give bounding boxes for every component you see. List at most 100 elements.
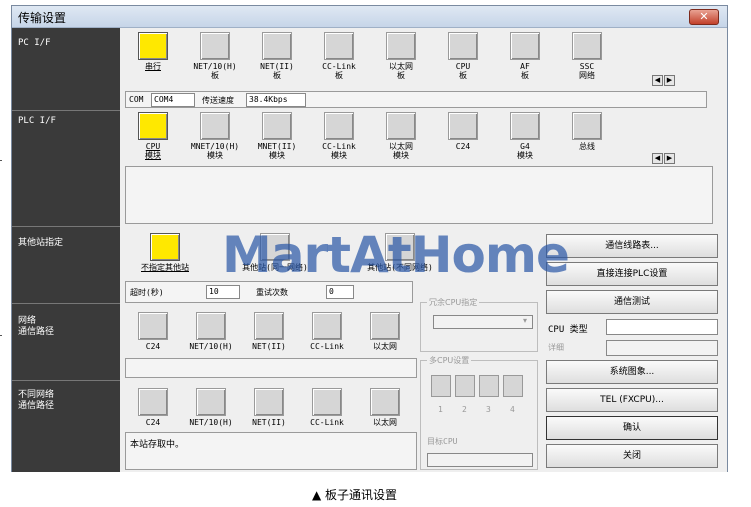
droute-option[interactable]: CC-Link (299, 388, 355, 427)
pc-option[interactable]: CC-Link 板 (311, 32, 367, 80)
pc-option[interactable]: 串行 (125, 32, 181, 71)
cpu-slot[interactable] (431, 375, 451, 397)
close-window-button[interactable]: ✕ (689, 9, 719, 25)
route-option[interactable]: NET(II) (241, 312, 297, 351)
scroll-right-button[interactable]: ▶ (664, 75, 675, 86)
direct-connection-button[interactable]: 直接连接PLC设置 (546, 262, 718, 286)
option-label: SSC 网络 (579, 62, 595, 80)
status-panel: 本站存取中。 (125, 432, 417, 470)
scroll-left-button[interactable]: ◀ (652, 75, 663, 86)
window-title: 传输设置 (18, 11, 67, 25)
timeout-field[interactable]: 10 (206, 285, 240, 299)
sidebar-network-route: 网络 通信路径 (18, 316, 55, 337)
tel-fxcpu-button[interactable]: TEL (FXCPU)... (546, 388, 718, 412)
no-other-station-label: 不指定其他站 (141, 263, 189, 272)
chevron-down-icon: ▾ (523, 316, 528, 325)
route-option[interactable]: C24 (125, 312, 181, 351)
speed-label: 传送速度 (202, 96, 234, 105)
image-caption: ▲ 板子通讯设置 (312, 488, 398, 502)
speed-field[interactable]: 38.4Kbps (246, 93, 306, 107)
option-label: NET(II) (252, 418, 286, 427)
com-port-field[interactable]: COM4 (151, 93, 195, 107)
cpu-slot[interactable] (479, 375, 499, 397)
pc-option[interactable]: NET/10(H) 板 (187, 32, 243, 80)
route-option[interactable]: 以太网 (357, 312, 413, 351)
module-icon (200, 112, 230, 140)
plc-option[interactable]: C24 (435, 112, 491, 151)
droute-option[interactable]: NET/10(H) (183, 388, 239, 427)
sidebar-pc-if: PC I/F (18, 38, 51, 48)
board-icon (386, 32, 416, 60)
route-module-icon (138, 312, 168, 340)
option-label: CC-Link (310, 418, 344, 427)
pc-option[interactable]: NET(II) 板 (249, 32, 305, 80)
option-label: CC-Link 模块 (322, 142, 356, 160)
module-icon (386, 112, 416, 140)
cpu-slot[interactable] (503, 375, 523, 397)
option-label: CC-Link (310, 342, 344, 351)
system-image-button[interactable]: 系统图象... (546, 360, 718, 384)
no-other-station-option[interactable]: 不指定其他站 (125, 233, 205, 272)
pc-option[interactable]: AF 板 (497, 32, 553, 80)
sidebar-divider (12, 110, 120, 111)
plc-option[interactable]: 总线 (559, 112, 615, 151)
cpu-type-field[interactable] (606, 319, 718, 335)
sidebar-other-station: 其他站指定 (18, 238, 64, 248)
station-icon (150, 233, 180, 261)
board-icon (448, 32, 478, 60)
droute-option[interactable]: C24 (125, 388, 181, 427)
sidebar-divider (12, 380, 120, 381)
target-cpu-field[interactable] (427, 453, 533, 467)
cpu-module-icon (138, 112, 168, 140)
comm-route-table-button[interactable]: 通信线路表... (546, 234, 718, 258)
route-module-icon (138, 388, 168, 416)
route-option[interactable]: NET/10(H) (183, 312, 239, 351)
scroll-right-button[interactable]: ▶ (664, 153, 675, 164)
plc-option[interactable]: G4 模块 (497, 112, 553, 160)
pc-option[interactable]: 以太网 板 (373, 32, 429, 80)
option-label: 以太网 (373, 342, 397, 351)
cpu-slot[interactable] (455, 375, 475, 397)
option-label: 串行 (145, 62, 161, 71)
plc-info-panel (125, 166, 713, 224)
pc-option[interactable]: CPU 板 (435, 32, 491, 80)
option-label: 以太网 (373, 418, 397, 427)
droute-option[interactable]: NET(II) (241, 388, 297, 427)
detail-label: 详细 (548, 343, 564, 352)
serial-port-icon (138, 32, 168, 60)
module-icon (324, 112, 354, 140)
route-module-icon (196, 388, 226, 416)
option-label: NET/10(H) 板 (193, 62, 237, 80)
ok-button[interactable]: 确认 (546, 416, 718, 440)
status-text: 本站存取中。 (130, 440, 185, 450)
close-button[interactable]: 关闭 (546, 444, 718, 468)
scroll-left-button[interactable]: ◀ (652, 153, 663, 164)
option-label: MNET(II) 模块 (257, 142, 297, 160)
route-option[interactable]: CC-Link (299, 312, 355, 351)
redundant-cpu-select[interactable] (433, 315, 533, 329)
plc-option[interactable]: MNET/10(H) 模块 (187, 112, 243, 160)
sidebar: PC I/F PLC I/F 其他站指定 网络 通信路径 不同网络 通信路径 (12, 28, 120, 472)
redundant-cpu-group: 冗余CPU指定 ▾ (420, 297, 538, 352)
sidebar-plc-if: PLC I/F (18, 116, 56, 126)
comm-test-button[interactable]: 通信测试 (546, 290, 718, 314)
plc-option[interactable]: CC-Link 模块 (311, 112, 367, 160)
plc-option[interactable]: 以太网 模块 (373, 112, 429, 160)
droute-option[interactable]: 以太网 (357, 388, 413, 427)
detail-field[interactable] (606, 340, 718, 356)
plc-option[interactable]: MNET(II) 模块 (249, 112, 305, 160)
route-panel (125, 358, 417, 378)
route-module-icon (254, 312, 284, 340)
sidebar-divider (12, 226, 120, 227)
plc-option[interactable]: CPU 模块 (125, 112, 181, 160)
sidebar-divider (12, 303, 120, 304)
pc-option[interactable]: SSC 网络 (559, 32, 615, 80)
retry-field[interactable]: 0 (326, 285, 354, 299)
board-icon (262, 32, 292, 60)
edge-tick (0, 160, 2, 161)
route-module-icon (370, 388, 400, 416)
redundant-cpu-title: 冗余CPU指定 (427, 297, 480, 308)
edge-tick (0, 335, 2, 336)
option-label: 以太网 模块 (389, 142, 413, 160)
cpu-slot-number: 2 (462, 405, 467, 414)
